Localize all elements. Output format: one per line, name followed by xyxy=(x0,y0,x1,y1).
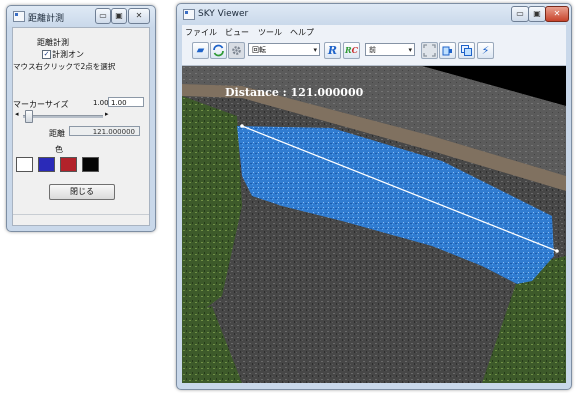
chevron-down-icon: ▾ xyxy=(313,46,317,54)
measure-marker-start[interactable] xyxy=(240,124,244,128)
measure-marker-end[interactable] xyxy=(555,249,559,253)
slider-track xyxy=(23,115,103,118)
maximize-button[interactable]: ▣ xyxy=(111,8,127,24)
copy-layers-icon[interactable] xyxy=(458,42,475,59)
bolt-icon[interactable]: ⚡ xyxy=(477,42,494,59)
measure-window-title: 距離計測 xyxy=(28,14,65,24)
app-icon xyxy=(13,11,25,22)
maximize-button[interactable]: ▣ xyxy=(528,6,546,22)
settings-gear-icon[interactable] xyxy=(228,42,245,59)
marker-size-label: マーカーサイズ xyxy=(13,100,69,109)
distance-overlay-label: Distance : 121.000000 xyxy=(225,86,364,99)
toolbar: ▰ 回転 ▾ R RC 前 ▾ ⚡ xyxy=(182,39,566,66)
slider-right-arrow[interactable]: ▸ xyxy=(105,110,109,118)
point-cloud-scene[interactable] xyxy=(182,66,566,383)
color-swatch-black[interactable] xyxy=(82,157,99,172)
color-swatch-blue[interactable] xyxy=(38,157,55,172)
minimize-button[interactable]: ▭ xyxy=(95,8,111,24)
rotate-tool-icon[interactable] xyxy=(210,42,227,59)
r-button[interactable]: R xyxy=(324,42,341,59)
menu-tools[interactable]: ツール xyxy=(258,27,282,38)
measure-on-checkbox[interactable]: ✓ xyxy=(42,50,51,59)
view-direction-select[interactable]: 前 ▾ xyxy=(365,43,415,56)
sky-viewer-window: SKY Viewer ▭ ▣ ✕ ファイル ビュー ツール ヘルプ ▰ 回転 ▾… xyxy=(176,3,572,390)
marker-size-input[interactable]: 1.00 xyxy=(108,97,144,107)
close-button[interactable]: 閉じる xyxy=(49,184,115,200)
chevron-down-icon: ▾ xyxy=(408,46,412,54)
rotate-mode-select[interactable]: 回転 ▾ xyxy=(248,43,320,56)
viewer-window-title: SKY Viewer xyxy=(198,9,249,19)
color-swatch-white[interactable] xyxy=(16,157,33,172)
color-label: 色 xyxy=(55,145,63,154)
rc-letter: R xyxy=(344,45,352,55)
app-icon xyxy=(183,9,195,20)
menu-file[interactable]: ファイル xyxy=(185,27,217,38)
fit-view-icon[interactable] xyxy=(421,42,438,59)
measure-on-label: 計測オン xyxy=(52,50,84,59)
measure-panel-body: 距離計測 ✓ 計測オン マウス右クリックで2点を選択 マーカーサイズ 1.00 … xyxy=(12,27,150,226)
rc-letter: C xyxy=(351,45,359,55)
marker-size-slider[interactable]: ◂ ▸ xyxy=(15,110,113,123)
slider-left-arrow[interactable]: ◂ xyxy=(15,110,19,118)
color-swatch-red[interactable] xyxy=(60,157,77,172)
camera-icon[interactable] xyxy=(439,42,456,59)
menu-bar: ファイル ビュー ツール ヘルプ xyxy=(182,25,566,39)
view-direction-value: 前 xyxy=(369,46,376,54)
marker-size-display: 1.00 xyxy=(93,99,109,107)
distance-label: 距離 xyxy=(49,129,65,138)
section-label: 距離計測 xyxy=(37,38,69,47)
point-cloud-viewport[interactable]: Distance : 121.000000 xyxy=(182,66,566,383)
menu-view[interactable]: ビュー xyxy=(225,27,249,38)
minimize-button[interactable]: ▭ xyxy=(511,6,529,22)
rotate-mode-value: 回転 xyxy=(252,46,266,54)
distance-value-field: 121.000000 xyxy=(69,126,140,136)
panel-divider xyxy=(13,214,149,215)
close-window-button[interactable]: ✕ xyxy=(545,6,569,22)
distance-measure-window: 距離計測 ▭ ▣ ✕ 距離計測 ✓ 計測オン マウス右クリックで2点を選択 マー… xyxy=(6,5,156,232)
menu-help[interactable]: ヘルプ xyxy=(290,27,314,38)
open-folder-icon[interactable]: ▰ xyxy=(192,42,209,59)
instruction-text: マウス右クリックで2点を選択 xyxy=(13,62,116,71)
measure-titlebar[interactable]: 距離計測 ▭ ▣ ✕ xyxy=(7,6,155,26)
viewer-titlebar[interactable]: SKY Viewer ▭ ▣ ✕ xyxy=(177,4,571,24)
slider-thumb[interactable] xyxy=(25,110,33,123)
rc-label: RC xyxy=(345,45,358,55)
rc-button[interactable]: RC xyxy=(343,42,360,59)
close-window-button[interactable]: ✕ xyxy=(128,8,150,24)
